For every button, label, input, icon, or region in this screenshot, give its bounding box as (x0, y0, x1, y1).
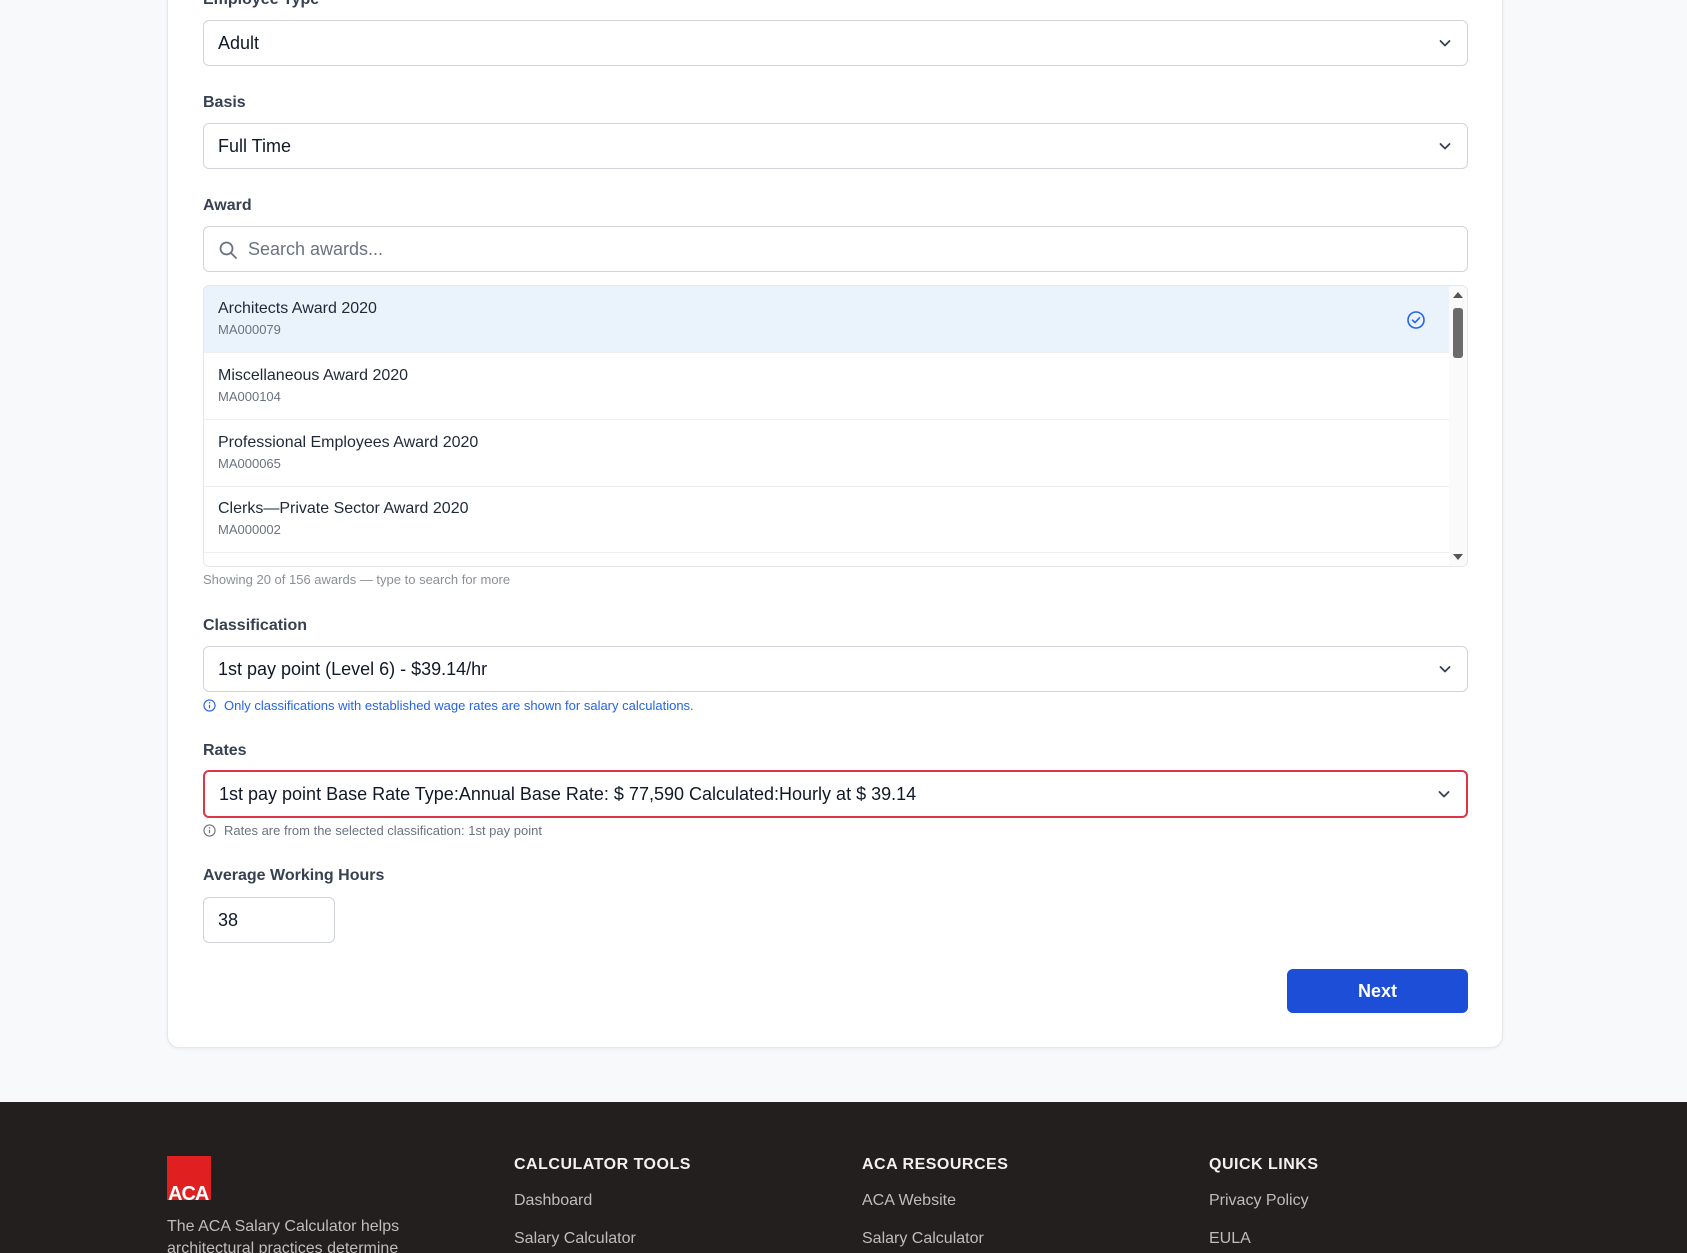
classification-label: Classification (203, 617, 308, 634)
award-name: Miscellaneous Award 2020 (218, 367, 409, 384)
aca-logo[interactable]: ACA (167, 1156, 211, 1200)
footer-column-title: ACA RESOURCES (862, 1156, 1009, 1173)
award-name: Architects Award 2020 (218, 300, 377, 317)
award-search[interactable] (203, 226, 1468, 272)
site-footer: ACA The ACA Salary Calculator helps arch… (0, 1102, 1687, 1253)
footer-description: The ACA Salary Calculator helps architec… (167, 1218, 400, 1253)
employee-type-label: Employee Type (203, 0, 319, 9)
award-code: MA000002 (218, 522, 281, 537)
award-item-architects[interactable]: Architects Award 2020 MA000079 (204, 286, 1450, 353)
footer-column-quick-links: QUICK LINKS Privacy Policy EULA (1209, 1156, 1319, 1253)
footer-column-aca-resources: ACA RESOURCES ACA Website Salary Calcula… (862, 1156, 1008, 1253)
footer-column-title: CALCULATOR TOOLS (514, 1156, 691, 1173)
scroll-up-arrow-icon[interactable] (1453, 292, 1463, 298)
basis-select[interactable]: Full Time (203, 123, 1468, 169)
logo-text: ACA (168, 1183, 209, 1200)
info-icon (203, 824, 216, 837)
next-button[interactable]: Next (1287, 969, 1468, 1013)
award-code: MA000065 (218, 456, 281, 471)
employee-type-select[interactable]: Adult (203, 20, 1468, 66)
award-list-scrollbar[interactable] (1449, 286, 1467, 566)
footer-link-salary-calculator[interactable]: Salary Calculator (862, 1230, 1008, 1248)
footer-link-eula[interactable]: EULA (1209, 1230, 1319, 1248)
footer-link-salary-calculator[interactable]: Salary Calculator (514, 1230, 691, 1248)
rates-select[interactable]: 1st pay point Base Rate Type:Annual Base… (203, 770, 1468, 818)
classification-info-text: Only classifications with established wa… (224, 698, 694, 713)
footer-column-title: QUICK LINKS (1209, 1156, 1319, 1173)
classification-select[interactable]: 1st pay point (Level 6) - $39.14/hr (203, 646, 1468, 692)
award-name: Clerks—Private Sector Award 2020 (218, 500, 469, 517)
award-item-miscellaneous[interactable]: Miscellaneous Award 2020 MA000104 (204, 353, 1450, 420)
chevron-down-icon (1438, 791, 1450, 798)
chevron-down-icon (1439, 666, 1451, 673)
hours-input[interactable]: 38 (203, 897, 335, 943)
rates-info-text: Rates are from the selected classificati… (224, 823, 542, 838)
classification-info: Only classifications with established wa… (203, 698, 694, 713)
award-code: MA000104 (218, 389, 281, 404)
award-item-clerks[interactable]: Clerks—Private Sector Award 2020 MA00000… (204, 486, 1450, 553)
award-name: Professional Employees Award 2020 (218, 434, 479, 451)
award-list-hint: Showing 20 of 156 awards — type to searc… (203, 572, 511, 587)
hours-label: Average Working Hours (203, 867, 385, 884)
footer-column-calculator-tools: CALCULATOR TOOLS Dashboard Salary Calcul… (514, 1156, 691, 1253)
award-item-professional[interactable]: Professional Employees Award 2020 MA0000… (204, 420, 1450, 487)
award-list[interactable]: Architects Award 2020 MA000079 Miscellan… (203, 285, 1468, 567)
scroll-down-arrow-icon[interactable] (1453, 554, 1463, 560)
footer-link-aca-website[interactable]: ACA Website (862, 1192, 1008, 1210)
rates-label: Rates (203, 742, 247, 759)
basis-label: Basis (203, 94, 246, 111)
employee-type-value: Adult (218, 32, 260, 53)
award-label: Award (203, 197, 252, 214)
chevron-down-icon (1439, 40, 1451, 47)
chevron-down-icon (1439, 143, 1451, 150)
footer-link-dashboard[interactable]: Dashboard (514, 1192, 691, 1210)
scrollbar-thumb[interactable] (1453, 308, 1463, 358)
footer-link-privacy-policy[interactable]: Privacy Policy (1209, 1192, 1319, 1210)
classification-value: 1st pay point (Level 6) - $39.14/hr (218, 658, 488, 679)
rates-info: Rates are from the selected classificati… (203, 823, 542, 838)
award-search-input[interactable] (248, 238, 1467, 260)
check-circle-icon (1407, 311, 1425, 329)
search-icon (219, 241, 237, 259)
rates-value: 1st pay point Base Rate Type:Annual Base… (219, 783, 917, 804)
award-code: MA000079 (218, 322, 281, 337)
info-icon (203, 699, 216, 712)
basis-value: Full Time (218, 135, 292, 156)
hours-value: 38 (218, 909, 239, 930)
